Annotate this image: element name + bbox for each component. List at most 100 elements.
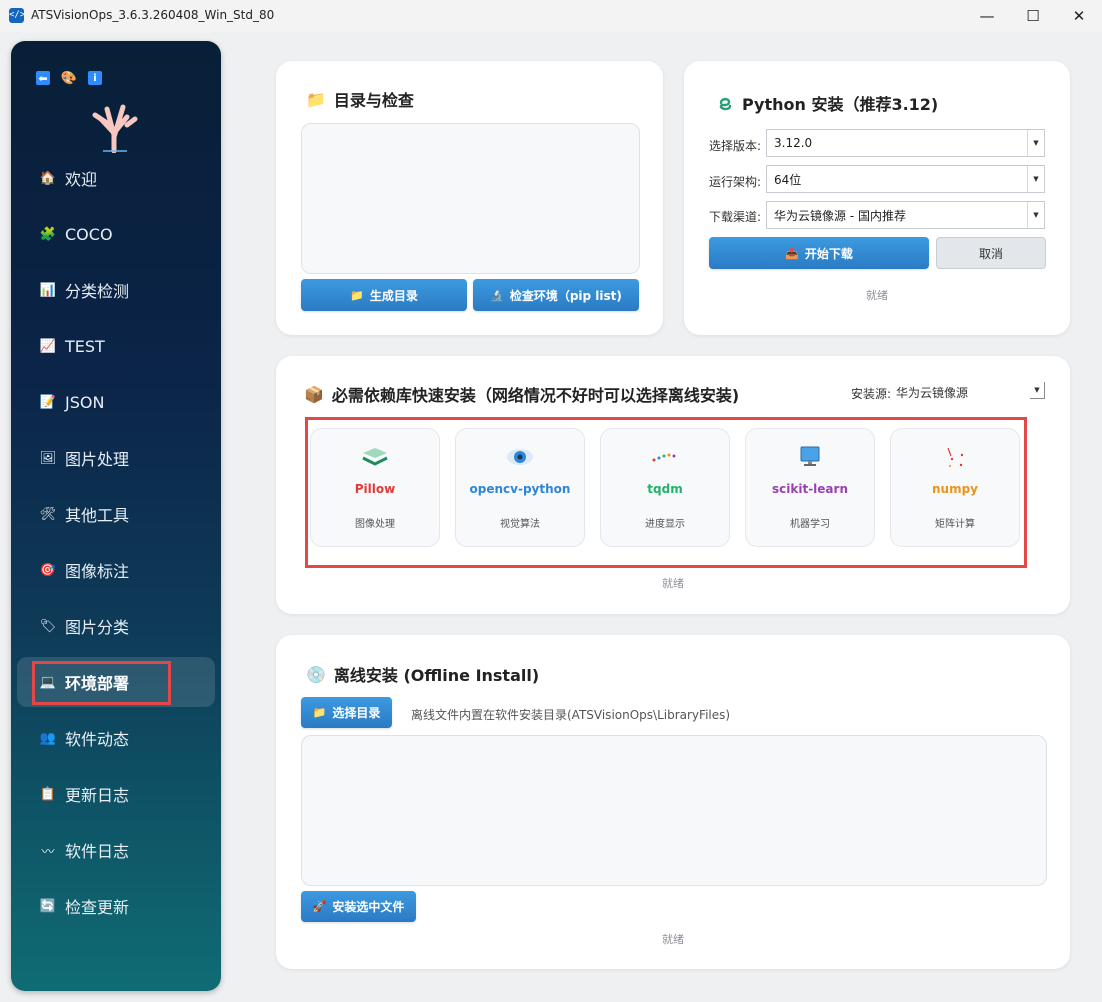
- offline-panel-title-text: 离线安装 (Offline Install): [333, 666, 540, 685]
- sidebar-item[interactable]: 📝 JSON: [17, 377, 215, 427]
- sidebar-item-label: 检查更新: [65, 898, 130, 917]
- offline-file-list[interactable]: [301, 735, 1047, 886]
- arch-value: 64位: [774, 172, 802, 187]
- python-panel-title: Python 安装（推荐3.12): [716, 91, 938, 115]
- sidebar-item[interactable]: 🎯 图像标注: [17, 545, 215, 595]
- version-value: 3.12.0: [774, 136, 813, 150]
- offline-install-panel: 💿 离线安装 (Offline Install) 📁 选择目录 离线文件内置在软…: [276, 635, 1070, 969]
- start-download-button[interactable]: 📥 开始下载: [709, 237, 929, 269]
- dependencies-panel-title: 📦 必需依赖库快速安装（网络情况不好时可以选择离线安装): [304, 382, 739, 406]
- rocket-icon: 🚀: [312, 900, 327, 913]
- back-icon[interactable]: ⬅: [36, 71, 50, 85]
- bar-chart-icon: 📊: [39, 282, 57, 298]
- select-directory-button[interactable]: 📁 选择目录: [301, 697, 392, 728]
- package-icon: 📦: [304, 384, 324, 404]
- app-code-icon: </>: [9, 8, 25, 23]
- sidebar-item[interactable]: 🔄 检查更新: [17, 881, 215, 931]
- sidebar-item[interactable]: 🛠 其他工具: [17, 489, 215, 539]
- check-environment-button[interactable]: 🔬 检查环境（pip list): [473, 279, 639, 311]
- offline-hint-text: 离线文件内置在软件安装目录(ATSVisionOps\LibraryFiles): [411, 708, 731, 722]
- offline-status-text: 就绪: [662, 933, 684, 946]
- sidebar-item-label: 其他工具: [65, 506, 130, 525]
- sidebar-item-label: 软件日志: [65, 842, 130, 861]
- sidebar-item-label: 软件动态: [65, 730, 130, 749]
- libraries-highlight-box: [305, 417, 1027, 568]
- select-directory-label: 选择目录: [332, 706, 381, 720]
- install-selected-button[interactable]: 🚀 安装选中文件: [301, 891, 416, 922]
- arch-label: 运行架构:: [709, 175, 762, 189]
- chevron-down-icon: ▼: [1027, 166, 1044, 192]
- folder-icon: 📁: [312, 706, 327, 719]
- directory-output-area[interactable]: [301, 123, 640, 274]
- sidebar-item[interactable]: 🏠 欢迎: [17, 153, 215, 203]
- generate-directory-button[interactable]: 📁 生成目录: [301, 279, 467, 311]
- python-status-text: 就绪: [866, 289, 888, 302]
- generate-directory-label: 生成目录: [369, 288, 418, 303]
- sidebar-item[interactable]: 🧩 COCO: [17, 209, 215, 259]
- folder-icon: 📁: [306, 89, 326, 109]
- directory-panel: 📁 目录与检查 📁 生成目录 🔬 检查环境（pip list): [276, 61, 663, 335]
- puzzle-icon: 🧩: [39, 226, 57, 242]
- active-nav-highlight-box: [32, 661, 171, 705]
- check-environment-label: 检查环境（pip list): [509, 288, 622, 303]
- close-button[interactable]: ✕: [1056, 0, 1102, 32]
- minimize-button[interactable]: —: [964, 0, 1010, 32]
- source-select[interactable]: 华为云镜像源: [896, 384, 968, 401]
- title-bar: </> ATSVisionOps_3.6.3.260408_Win_Std_80…: [0, 0, 1102, 32]
- home-icon: 🏠: [39, 170, 57, 186]
- palette-icon[interactable]: 🎨: [61, 71, 77, 86]
- sidebar-item-label: 分类检测: [65, 282, 130, 301]
- python-icon: [716, 94, 734, 112]
- download-icon: 📥: [785, 246, 799, 260]
- install-selected-label: 安装选中文件: [332, 900, 405, 914]
- chevron-down-icon: ▼: [1027, 202, 1044, 228]
- arch-select[interactable]: 64位 ▼: [766, 165, 1045, 193]
- sidebar-item-label: 图像标注: [65, 562, 130, 581]
- directory-panel-title: 📁 目录与检查: [306, 87, 414, 111]
- folder-icon: 📁: [350, 288, 364, 302]
- dependencies-status-text: 就绪: [662, 577, 684, 590]
- sidebar-item-label: 更新日志: [65, 786, 130, 805]
- sidebar-item[interactable]: 〰软件日志: [17, 825, 215, 875]
- directory-panel-title-text: 目录与检查: [333, 91, 414, 110]
- line-chart-icon: 📈: [39, 338, 57, 354]
- sidebar-item-label: COCO: [65, 224, 113, 244]
- clipboard-icon: 📋: [39, 786, 57, 802]
- window-title: ATSVisionOps_3.6.3.260408_Win_Std_80: [31, 8, 275, 22]
- offline-panel-title: 💿 离线安装 (Offline Install): [306, 662, 539, 686]
- info-icon[interactable]: i: [88, 71, 102, 85]
- sidebar-item-label: 图片处理: [65, 450, 130, 469]
- cancel-button[interactable]: 取消: [936, 237, 1046, 269]
- channel-label: 下载渠道:: [709, 210, 762, 224]
- channel-select[interactable]: 华为云镜像源 - 国内推荐 ▼: [766, 201, 1045, 229]
- worm-icon: 〰: [41, 844, 55, 860]
- sidebar-item-label: 图片分类: [65, 618, 130, 637]
- sidebar-item[interactable]: 👥 软件动态: [17, 713, 215, 763]
- sidebar-item-label: JSON: [65, 392, 105, 412]
- sidebar-item[interactable]: 🖼 图片处理: [17, 433, 215, 483]
- tag-icon: 🏷: [39, 618, 57, 634]
- people-icon: 👥: [39, 730, 57, 746]
- coral-logo-icon: [92, 104, 138, 153]
- sidebar-item[interactable]: 📋 更新日志: [17, 769, 215, 819]
- chevron-down-icon: ▼: [1027, 130, 1044, 156]
- version-select[interactable]: 3.12.0 ▼: [766, 129, 1045, 157]
- channel-value: 华为云镜像源 - 国内推荐: [774, 208, 906, 223]
- chevron-down-icon[interactable]: ▼: [1030, 382, 1045, 399]
- sidebar-item[interactable]: 📊 分类检测: [17, 265, 215, 315]
- refresh-icon: 🔄: [39, 898, 57, 914]
- disc-icon: 💿: [306, 664, 326, 684]
- memo-icon: 📝: [39, 394, 57, 410]
- sidebar-item[interactable]: 📈 TEST: [17, 321, 215, 371]
- source-label: 安装源:: [851, 387, 892, 401]
- maximize-button[interactable]: ☐: [1010, 0, 1056, 32]
- sidebar-item-label: 欢迎: [65, 170, 98, 189]
- python-install-panel: Python 安装（推荐3.12) 选择版本: 3.12.0 ▼ 运行架构: 6…: [684, 61, 1070, 335]
- sidebar-top-icons: ⬅ 🎨 i: [36, 71, 102, 86]
- microscope-icon: 🔬: [490, 288, 504, 302]
- sidebar-item[interactable]: 🏷 图片分类: [17, 601, 215, 651]
- picture-icon: 🖼: [39, 450, 57, 466]
- dependencies-panel-title-text: 必需依赖库快速安装（网络情况不好时可以选择离线安装): [331, 386, 740, 405]
- python-panel-title-text: Python 安装（推荐3.12): [742, 95, 939, 114]
- sidebar-item-label: TEST: [65, 336, 105, 356]
